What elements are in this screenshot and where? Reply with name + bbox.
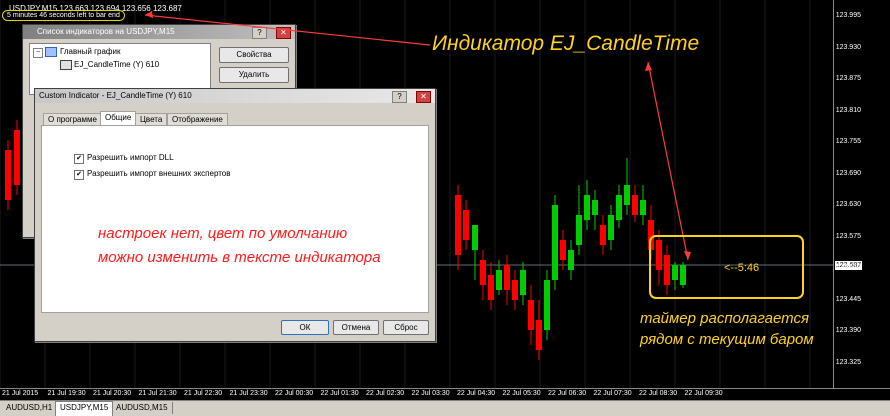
- annotation-no-settings-1: настроек нет, цвет по умолчанию: [98, 225, 348, 242]
- annotation-timer-2: рядом с текущим баром: [640, 331, 814, 348]
- time-label: 22 Jul 04:30: [457, 390, 496, 397]
- time-label: 22 Jul 05:30: [502, 390, 541, 397]
- tab-audusd-m15[interactable]: AUDUSD,M15: [112, 402, 173, 414]
- arrowhead-left: [145, 11, 153, 18]
- time-label: 21 Jul 19:30: [47, 390, 86, 397]
- chart-tabs: AUDUSD,H1 USDJPY,M15 AUDUSD,M15: [0, 400, 890, 416]
- time-label: 22 Jul 08:30: [639, 390, 678, 397]
- timer-on-chart: <--5:46: [724, 262, 760, 274]
- arrow-to-current-bar: [647, 61, 689, 261]
- arrow-to-timer-label: [144, 14, 431, 46]
- time-label: 22 Jul 09:30: [684, 390, 723, 397]
- time-label: 22 Jul 06:30: [548, 390, 587, 397]
- time-label: 21 Jul 22:30: [184, 390, 223, 397]
- time-label: 21 Jul 20:30: [93, 390, 132, 397]
- annotation-arrows: [144, 11, 804, 299]
- arrowhead-down: [684, 251, 691, 260]
- time-label: 22 Jul 01:30: [320, 390, 359, 397]
- time-label: 22 Jul 00:30: [275, 390, 314, 397]
- time-label: 21 Jul 21:30: [138, 390, 177, 397]
- tab-usdjpy-m15[interactable]: USDJPY,M15: [55, 401, 114, 416]
- tab-audusd-h1[interactable]: AUDUSD,H1: [2, 402, 58, 414]
- annotation-timer-1: таймер располагается: [640, 310, 809, 327]
- time-label: 21 Jul 2015: [2, 390, 39, 397]
- arrowhead-up: [645, 62, 652, 71]
- annotation-no-settings-2: можно изменить в тексте индикатора: [98, 249, 381, 266]
- time-label: 22 Jul 03:30: [411, 390, 450, 397]
- time-label: 22 Jul 07:30: [593, 390, 632, 397]
- time-label: 22 Jul 02:30: [366, 390, 405, 397]
- time-label: 21 Jul 23:30: [229, 390, 268, 397]
- annotation-indicator: Индикатор EJ_CandleTime: [432, 32, 700, 55]
